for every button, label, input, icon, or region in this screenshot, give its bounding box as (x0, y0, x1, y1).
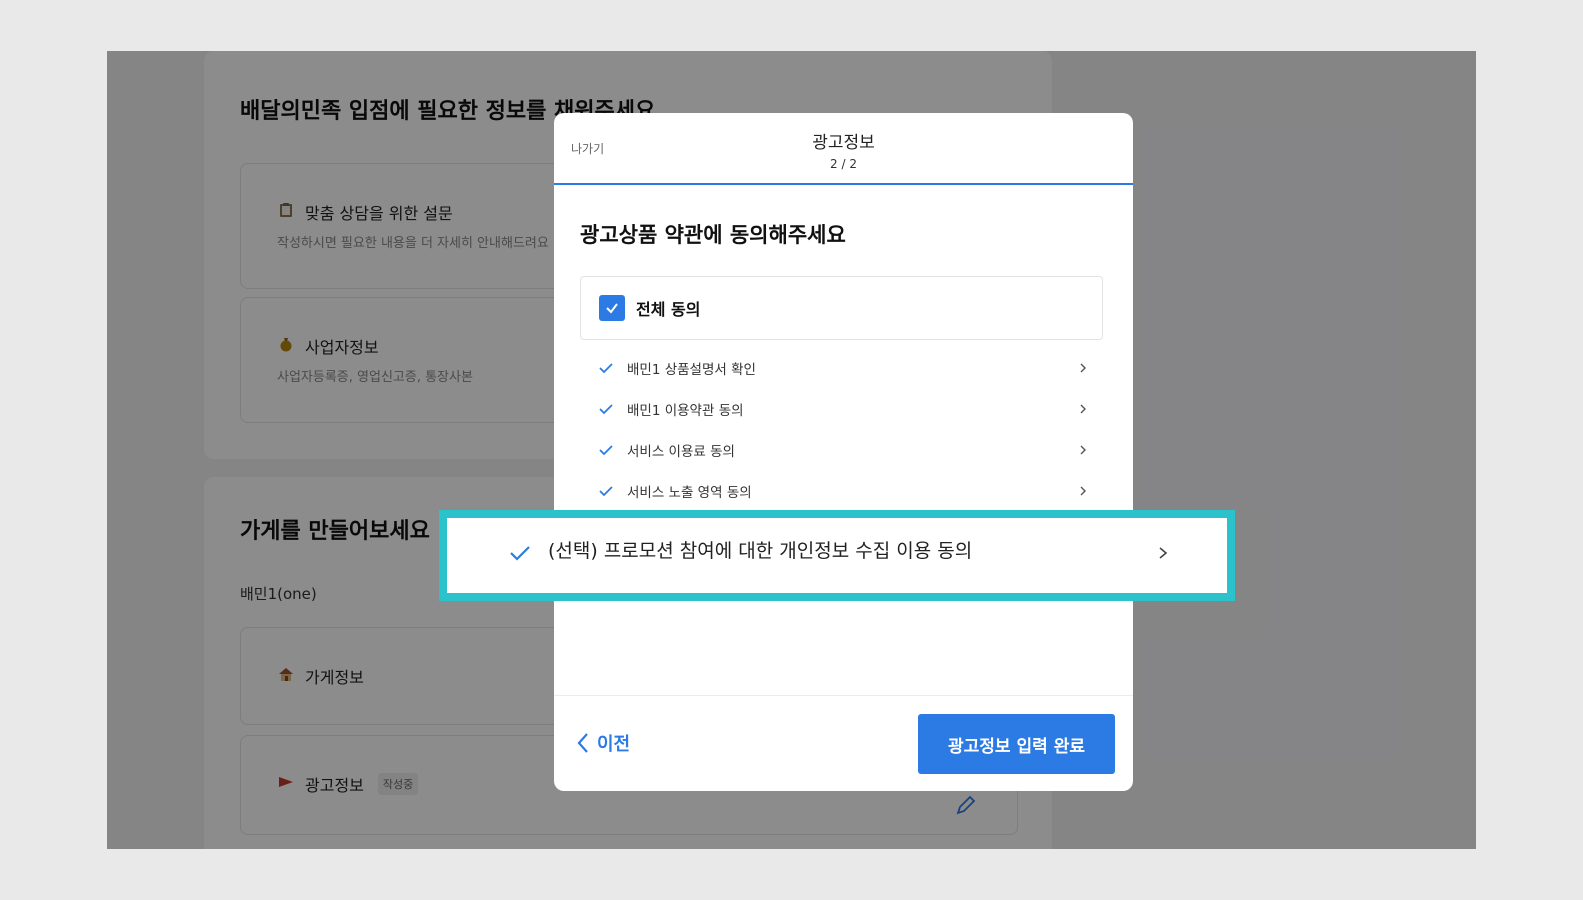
check-icon[interactable] (509, 542, 531, 564)
term-label: 배민1 상품설명서 확인 (627, 362, 756, 378)
term-label: 서비스 이용료 동의 (627, 444, 735, 460)
highlighted-term-item-promotion[interactable]: (선택) 프로모션 참여에 대한 개인정보 수집 이용 동의 (439, 510, 1235, 601)
chevron-right-icon[interactable] (1078, 404, 1088, 414)
chevron-right-icon[interactable] (1078, 486, 1088, 496)
check-icon (606, 303, 618, 314)
chevron-right-icon[interactable] (1078, 363, 1088, 373)
check-icon[interactable] (598, 401, 614, 417)
modal-heading: 광고상품 약관에 동의해주세요 (580, 223, 846, 247)
prev-label: 이전 (597, 734, 631, 755)
term-item-product-description[interactable]: 배민1 상품설명서 확인 (598, 353, 1088, 383)
term-item-exposure-area[interactable]: 서비스 노출 영역 동의 (598, 476, 1088, 506)
chevron-left-icon (577, 733, 588, 753)
agree-all-label: 전체 동의 (636, 300, 701, 319)
chevron-right-icon[interactable] (1078, 445, 1088, 455)
check-icon[interactable] (598, 442, 614, 458)
check-icon[interactable] (598, 483, 614, 499)
term-item-terms-of-use[interactable]: 배민1 이용약관 동의 (598, 394, 1088, 424)
prev-button[interactable]: 이전 (576, 730, 630, 756)
modal-footer: 이전 광고정보 입력 완료 (554, 695, 1133, 791)
modal-header: 나가기 광고정보 2 / 2 (554, 113, 1133, 185)
complete-button[interactable]: 광고정보 입력 완료 (918, 714, 1115, 774)
agree-all-row[interactable]: 전체 동의 (580, 276, 1103, 340)
check-icon[interactable] (598, 360, 614, 376)
agreement-modal: 나가기 광고정보 2 / 2 광고상품 약관에 동의해주세요 전체 동의 배민1… (554, 113, 1133, 791)
step-indicator: 2 / 2 (830, 157, 857, 171)
modal-title: 광고정보 (812, 133, 875, 153)
highlighted-term-label: (선택) 프로모션 참여에 대한 개인정보 수집 이용 동의 (548, 540, 973, 562)
chevron-right-icon[interactable] (1157, 547, 1169, 559)
term-label: 서비스 노출 영역 동의 (627, 485, 752, 501)
agree-all-checkbox[interactable] (599, 295, 625, 321)
term-item-service-fee[interactable]: 서비스 이용료 동의 (598, 435, 1088, 465)
term-label: 배민1 이용약관 동의 (627, 403, 744, 419)
